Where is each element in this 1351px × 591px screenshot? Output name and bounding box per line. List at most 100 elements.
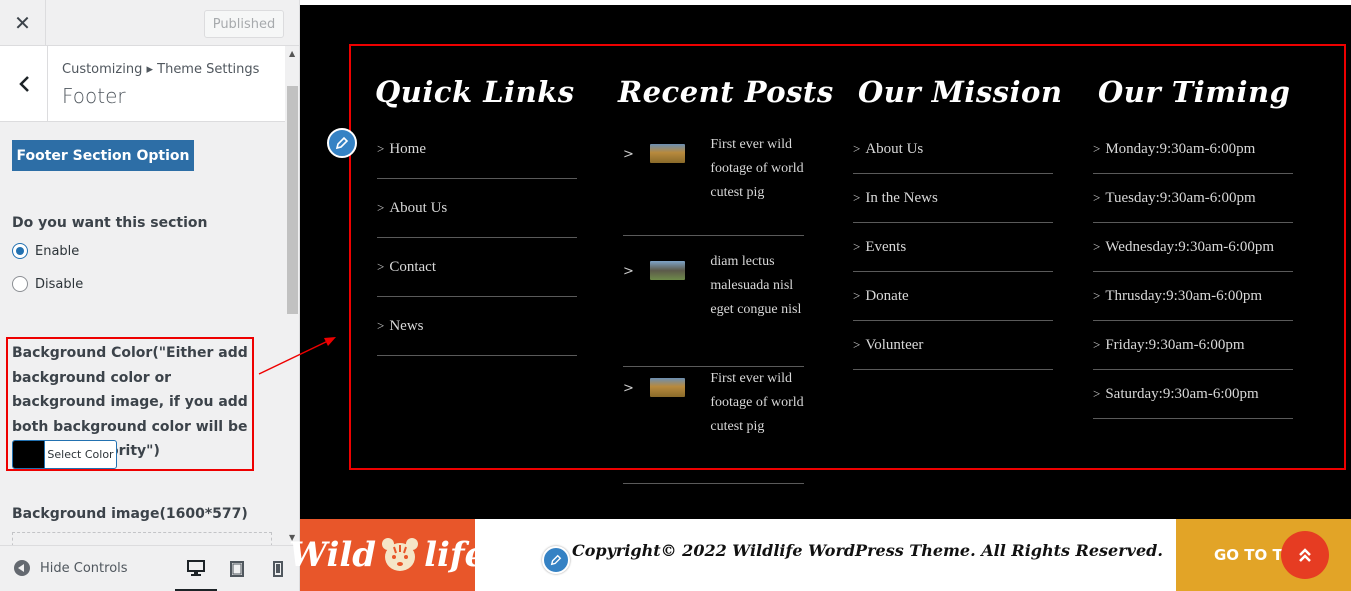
hide-controls-label: Hide Controls <box>40 560 128 576</box>
close-customizer-button[interactable]: ✕ <box>0 0 46 46</box>
logo-word-right: life <box>424 535 487 575</box>
timing-label: Thrusday:9:30am-6:00pm <box>1105 287 1262 304</box>
post-title[interactable]: First ever wild footage of world cutest … <box>710 367 804 483</box>
chevron-right-icon: > <box>377 318 385 333</box>
sidebar-footer: Hide Controls <box>0 545 299 591</box>
timing-item: > Monday:9:30am-6:00pm <box>1093 125 1293 174</box>
mission-link-item[interactable]: > Events <box>853 223 1053 272</box>
radio-disable[interactable]: Disable <box>12 276 83 292</box>
post-thumbnail-lion[interactable] <box>649 144 686 163</box>
mission-link-label: Donate <box>865 287 909 304</box>
radio-enable[interactable]: Enable <box>12 243 79 259</box>
recent-post-item[interactable]: > First ever wild footage of world cutes… <box>623 367 804 484</box>
desktop-icon <box>187 559 205 576</box>
timing-item: > Thrusday:9:30am-6:00pm <box>1093 272 1293 321</box>
mission-link-item[interactable]: > About Us <box>853 125 1053 174</box>
copyright-bar: Wild life Copyright© 2022 Wildlife WordP… <box>289 519 1351 591</box>
scroll-up-arrow-icon[interactable]: ▲ <box>289 49 295 58</box>
quick-link-item[interactable]: > Contact <box>377 238 577 297</box>
mission-link-item[interactable]: > Donate <box>853 272 1053 321</box>
tiger-face-icon <box>382 538 419 571</box>
select-color-button[interactable]: Select Color <box>12 440 117 469</box>
radio-enable-label: Enable <box>35 243 80 259</box>
our-timing-widget: Our Timing > Monday:9:30am-6:00pm > Tuesda… <box>1093 75 1293 419</box>
quick-link-item[interactable]: > News <box>377 297 577 356</box>
device-tablet-button[interactable] <box>216 546 258 591</box>
post-thumbnail-elephants[interactable] <box>649 261 686 280</box>
sidebar-header: ✕ Published <box>0 0 299 46</box>
quick-link-item[interactable]: > About Us <box>377 179 577 238</box>
collapse-icon <box>14 560 30 576</box>
chevron-right-icon: > <box>853 288 861 303</box>
customizer-sidebar: ✕ Published Customizing ▸ Theme Settings… <box>0 0 300 591</box>
chevron-right-icon: > <box>853 190 861 205</box>
chevron-right-icon: > <box>1093 288 1101 303</box>
quick-link-label: About Us <box>389 199 448 216</box>
mission-link-label: Events <box>865 238 907 255</box>
timing-item: > Wednesday:9:30am-6:00pm <box>1093 223 1293 272</box>
chevron-right-icon: > <box>1093 239 1101 254</box>
double-chevron-up-icon <box>1299 548 1311 562</box>
bg-image-label: Background image(1600*577) <box>12 506 248 522</box>
chevron-right-icon: > <box>1093 141 1101 156</box>
scroll-to-top-button[interactable] <box>1281 531 1329 579</box>
timing-item: > Saturday:9:30am-6:00pm <box>1093 370 1293 419</box>
chevron-left-icon <box>18 76 29 92</box>
our-timing-list: > Monday:9:30am-6:00pm > Tuesday:9:30am-6:… <box>1093 125 1293 419</box>
back-button[interactable] <box>0 46 48 122</box>
quick-link-item[interactable]: > Home <box>377 120 577 179</box>
mission-link-label: Volunteer <box>865 336 924 353</box>
our-timing-title: Our Timing <box>1098 75 1291 109</box>
tablet-icon <box>230 561 244 577</box>
pencil-icon <box>335 136 349 150</box>
chevron-right-icon: > <box>853 141 861 156</box>
post-title[interactable]: First ever wild footage of world cutest … <box>710 133 804 235</box>
quick-link-label: Contact <box>389 258 436 275</box>
section-title: Footer <box>62 84 126 108</box>
mission-link-item[interactable]: > In the News <box>853 174 1053 223</box>
quick-links-list: > Home > About Us > Contact > News <box>377 120 577 356</box>
logo-word-left: Wild <box>288 535 377 575</box>
post-thumbnail-lion[interactable] <box>649 378 686 397</box>
footer-section-option-button[interactable]: Footer Section Option <box>12 140 194 171</box>
timing-item: > Friday:9:30am-6:00pm <box>1093 321 1293 370</box>
section-header: Customizing ▸ Theme Settings Footer <box>0 46 285 122</box>
mobile-icon <box>273 561 283 577</box>
logo-text: Wild life <box>289 535 486 575</box>
chevron-right-icon: > <box>1093 337 1101 352</box>
chevron-right-icon: > <box>623 381 634 396</box>
sidebar-scrollbar[interactable]: ▲ ▼ <box>286 46 299 545</box>
color-swatch <box>13 441 44 468</box>
section-toggle-label: Do you want this section <box>12 215 208 231</box>
device-desktop-button[interactable] <box>175 546 217 591</box>
recent-post-item[interactable]: > diam lectus malesuada nisl eget congue… <box>623 250 804 367</box>
published-button[interactable]: Published <box>204 10 284 38</box>
scrollbar-thumb[interactable] <box>287 86 298 314</box>
chevron-right-icon: > <box>377 141 385 156</box>
pencil-icon <box>550 554 562 566</box>
chevron-right-icon: > <box>853 239 861 254</box>
radio-disable-label: Disable <box>35 276 84 292</box>
radio-enable-input[interactable] <box>12 243 28 259</box>
timing-label: Saturday:9:30am-6:00pm <box>1105 385 1259 402</box>
quick-link-label: News <box>389 317 424 334</box>
copyright-text: Copyright© 2022 Wildlife WordPress Theme… <box>572 541 1163 560</box>
recent-post-item[interactable]: > First ever wild footage of world cutes… <box>623 133 804 236</box>
site-logo[interactable]: Wild life <box>289 519 486 591</box>
mission-link-label: In the News <box>865 189 938 206</box>
chevron-right-icon: > <box>623 147 634 162</box>
edit-shortcut-copyright[interactable] <box>542 546 570 574</box>
breadcrumb: Customizing ▸ Theme Settings <box>62 62 260 77</box>
chevron-right-icon: > <box>853 337 861 352</box>
timing-item: > Tuesday:9:30am-6:00pm <box>1093 174 1293 223</box>
mission-link-label: About Us <box>865 140 924 157</box>
our-mission-title: Our Mission <box>858 75 1063 109</box>
mission-link-item[interactable]: > Volunteer <box>853 321 1053 370</box>
chevron-right-icon: > <box>1093 386 1101 401</box>
timing-label: Tuesday:9:30am-6:00pm <box>1105 189 1256 206</box>
radio-disable-input[interactable] <box>12 276 28 292</box>
hide-controls-button[interactable]: Hide Controls <box>14 560 128 576</box>
post-title[interactable]: diam lectus malesuada nisl eget congue n… <box>710 250 804 366</box>
quick-links-widget: Quick Links > Home > About Us > Contact > Ne… <box>375 75 577 356</box>
edit-shortcut-footer[interactable] <box>327 128 357 158</box>
